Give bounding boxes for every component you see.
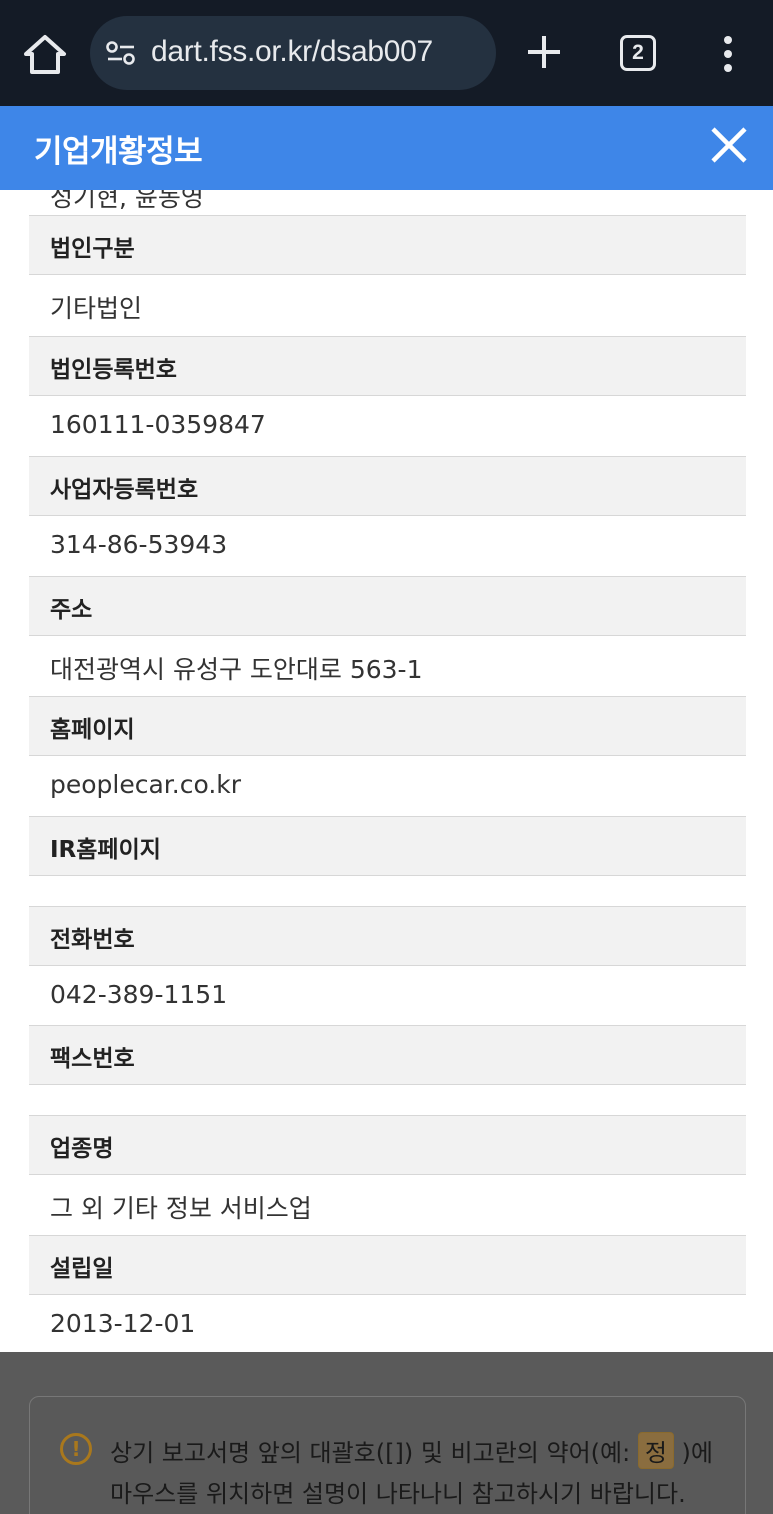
row-head-phone: 전화번호 [29,906,746,966]
row-head-biz-reg-no: 사업자등록번호 [29,456,746,516]
modal-header: 기업개황정보 [0,106,773,190]
browser-toolbar: dart.fss.or.kr/dsab007 2 [0,0,773,106]
report-note-box: ! 상기 보고서명 앞의 대괄호([]) 및 비고란의 약어(예: 정 )에 마… [29,1396,746,1514]
row-label: 법인등록번호 [50,357,177,383]
row-value: 기타법인 [50,294,143,323]
row-value-phone: 042-389-1151 [29,966,746,1026]
note-text-line1: 상기 보고서명 앞의 대괄호([]) 및 비고란의 약어(예: 정 )에 [110,1432,713,1469]
row-value-corp-reg-no: 160111-0359847 [29,396,746,456]
row-label: IR홈페이지 [50,837,161,863]
tab-switcher-button[interactable]: 2 [620,35,656,71]
row-value-address: 대전광역시 유성구 도안대로 563-1 [29,636,746,696]
info-table: 법인구분 기타법인 법인등록번호 160111-0359847 사업자등록번호 … [29,106,746,1352]
row-value-industry: 그 외 기타 정보 서비스업 [29,1175,746,1235]
home-icon[interactable] [22,32,68,76]
row-head-corp-reg-no: 법인등록번호 [29,336,746,396]
more-vert-icon[interactable] [716,32,740,76]
row-head-corp-type: 법인구분 [29,215,746,275]
modal-title: 기업개황정보 [34,134,203,170]
note-text-line2: 마우스를 위치하면 설명이 나타나니 참고하시기 바랍니다. [110,1480,686,1508]
row-label: 팩스번호 [50,1046,135,1072]
row-head-established: 설립일 [29,1235,746,1295]
address-bar[interactable]: dart.fss.or.kr/dsab007 [90,16,496,90]
row-value: 160111-0359847 [50,410,266,439]
warning-icon: ! [60,1433,92,1465]
row-head-ir-homepage: IR홈페이지 [29,816,746,876]
url-text[interactable]: dart.fss.or.kr/dsab007 [151,35,433,69]
row-label: 설립일 [50,1256,114,1282]
row-head-homepage: 홈페이지 [29,696,746,756]
company-info-modal: 기업개황정보 성기현, 윤동영 법인구분 기타법인 법인등록번호 160111-… [0,106,773,1352]
row-value-ir-homepage [29,876,746,906]
row-head-industry: 업종명 [29,1115,746,1175]
plus-icon[interactable] [522,30,566,74]
row-label: 사업자등록번호 [50,477,199,503]
row-value: 042-389-1151 [50,980,228,1009]
row-value-established: 2013-12-01 [29,1295,746,1352]
row-value: 대전광역시 유성구 도안대로 563-1 [50,655,423,684]
row-value: 314-86-53943 [50,530,228,559]
row-value-fax [29,1085,746,1115]
tune-icon[interactable] [106,40,136,66]
row-label: 전화번호 [50,927,135,953]
row-value-biz-reg-no: 314-86-53943 [29,516,746,576]
row-head-fax: 팩스번호 [29,1025,746,1085]
row-value-homepage[interactable]: peoplecar.co.kr [29,756,746,816]
homepage-link[interactable]: peoplecar.co.kr [50,770,241,799]
row-label: 주소 [50,597,93,623]
close-icon[interactable] [708,124,750,166]
row-value: 그 외 기타 정보 서비스업 [50,1194,312,1223]
row-value-corp-type: 기타법인 [29,275,746,337]
row-label: 업종명 [50,1136,114,1162]
row-value: 2013-12-01 [50,1309,196,1338]
row-head-address: 주소 [29,576,746,636]
row-label: 법인구분 [50,236,135,262]
row-label: 홈페이지 [50,717,135,743]
abbr-badge: 정 [637,1432,674,1469]
